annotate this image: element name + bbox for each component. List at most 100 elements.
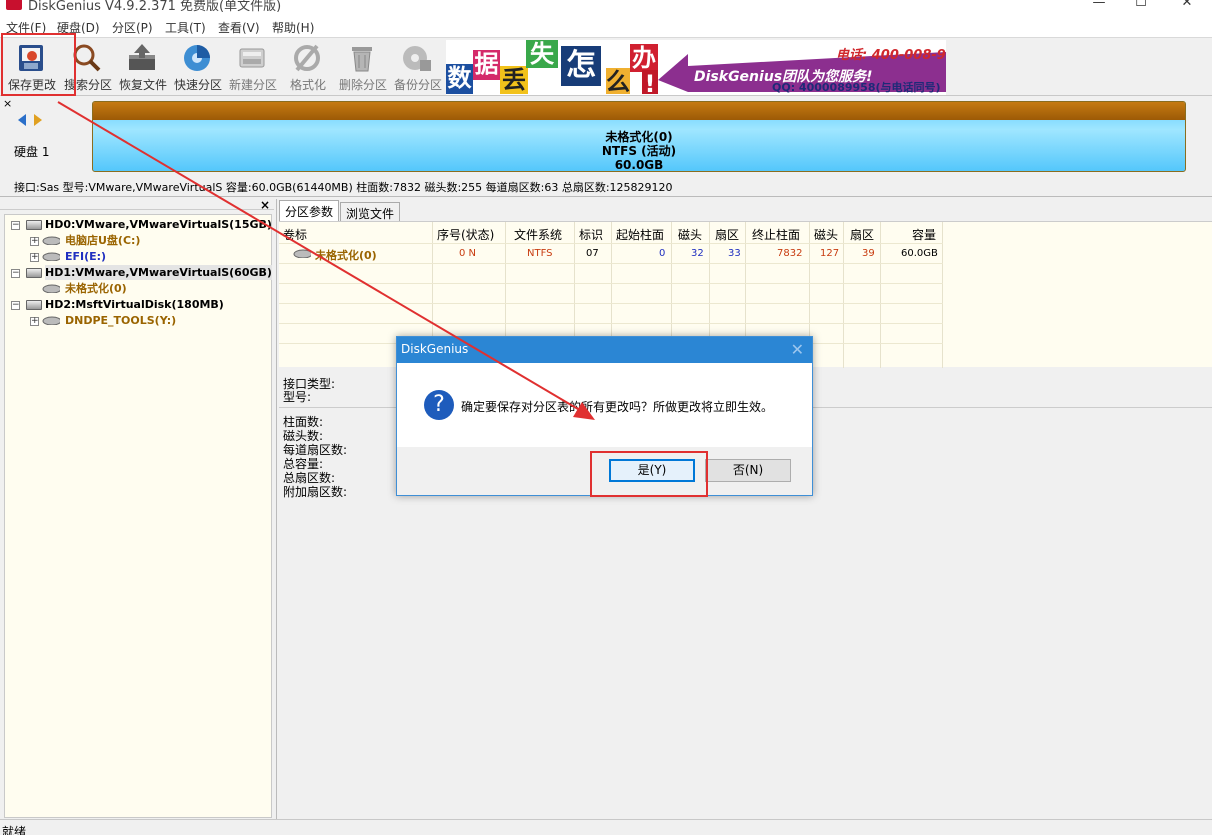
quick-partition-label: 快速分区 (173, 78, 222, 92)
banner-tile: 据 (473, 50, 500, 80)
maximize-button[interactable]: ☐ (1118, 0, 1164, 14)
banner-qq: QQ: 4000089958(与电话同号) (772, 81, 941, 94)
new-partition-label: 新建分区 (228, 78, 277, 92)
yes-button-highlight (590, 451, 708, 497)
partition-bar[interactable]: 未格式化(0) NTFS (活动) 60.0GB (92, 101, 1186, 172)
col-header-id[interactable]: 标识 (579, 226, 603, 243)
format-button[interactable]: 格式化 (280, 38, 336, 94)
save-button-highlight (1, 33, 76, 96)
partition-disk-icon (42, 284, 60, 293)
tree-disk-hd1[interactable]: HD1:VMware,VMwareVirtualS(60GB) (45, 265, 272, 280)
restore-files-button[interactable]: 恢复文件 (115, 38, 171, 94)
format-icon (294, 44, 320, 72)
restore-files-label: 恢复文件 (118, 78, 167, 92)
col-header-end-cyl[interactable]: 终止柱面 (752, 226, 800, 243)
promo-banner[interactable]: 数 据 丢 失 怎 么 办 ! DiskGenius团队为您服务! 电话: 40… (446, 40, 946, 95)
banner-tile: ! (642, 70, 658, 95)
cell-id: 07 (586, 248, 599, 259)
col-header-start-cyl[interactable]: 起始柱面 (616, 226, 664, 243)
window-title: DiskGenius V4.9.2.371 免费版(单文件版) (28, 0, 282, 14)
partition-bar-header (93, 102, 1185, 120)
disk-panel-close-icon[interactable]: × (3, 97, 12, 110)
cell-index: 0 N (459, 248, 477, 259)
menu-tools[interactable]: 工具(T) (165, 19, 206, 36)
dialog-title-bar[interactable]: DiskGenius ✕ (397, 337, 812, 363)
cell-start-sector: 33 (728, 248, 741, 259)
tree-header: × (0, 198, 274, 212)
dialog-message: 确定要保存对分区表的所有更改吗？所做更改将立即生效。 (461, 400, 774, 414)
close-button[interactable]: ✕ (1164, 0, 1210, 14)
disk-map-panel: × 硬盘 1 未格式化(0) NTFS (活动) 60.0GB 接口:Sas 型… (0, 97, 1212, 197)
banner-tile: 丢 (500, 66, 528, 94)
question-icon: ? (424, 390, 454, 420)
tree-partition-dndpe[interactable]: DNDPE_TOOLS(Y:) (65, 313, 176, 328)
delete-partition-button[interactable]: 删除分区 (335, 38, 391, 94)
minimize-button[interactable]: — (1076, 0, 1122, 14)
cell-end-cyl: 7832 (777, 248, 803, 259)
disk-tree: − HD0:VMware,VMwareVirtualS(15GB) + 电脑店U… (4, 214, 272, 818)
col-header-end-sector[interactable]: 扇区 (850, 226, 874, 243)
status-text: 就绪 (2, 825, 27, 835)
col-header-volume[interactable]: 卷标 (283, 226, 307, 243)
backup-partition-button[interactable]: 备份分区 (390, 38, 446, 94)
quick-partition-button[interactable]: 快速分区 (170, 38, 226, 94)
partition-bar-size: 60.0GB (614, 158, 664, 172)
table-row[interactable]: 未格式化(0) 0 N NTFS 07 0 32 33 7832 127 39 … (279, 244, 943, 263)
dialog-close-icon[interactable]: ✕ (791, 340, 804, 359)
magnifier-icon (73, 44, 101, 72)
disk-info-line: 接口:Sas 型号:VMware,VMwareVirtualS 容量:60.0G… (14, 181, 673, 194)
cell-start-head: 32 (691, 248, 704, 259)
banner-tile: 么 (606, 68, 630, 95)
expand-icon[interactable]: + (30, 253, 39, 262)
tree-close-icon[interactable]: × (260, 198, 270, 212)
menu-view[interactable]: 查看(V) (218, 19, 260, 36)
expand-icon[interactable]: + (30, 237, 39, 246)
banner-tile: 怎 (561, 46, 601, 86)
cell-start-cyl: 0 (659, 248, 666, 259)
prop-model: 型号: (283, 390, 312, 404)
menu-partition[interactable]: 分区(P) (112, 19, 153, 36)
tree-partition-unformatted[interactable]: 未格式化(0) (65, 281, 127, 296)
menu-bar: 文件(F) 硬盘(D) 分区(P) 工具(T) 查看(V) 帮助(H) (0, 14, 1212, 38)
prev-disk-icon[interactable] (17, 113, 27, 127)
tree-disk-hd2[interactable]: HD2:MsftVirtualDisk(180MB) (45, 297, 224, 312)
tab-partition-params[interactable]: 分区参数 (279, 200, 340, 221)
trash-icon (352, 47, 372, 72)
collapse-icon[interactable]: − (11, 269, 20, 278)
hard-disk-icon (26, 220, 42, 230)
quick-partition-icon (184, 45, 210, 71)
partition-bar-fs: NTFS (活动) (601, 144, 677, 158)
backup-icon (403, 46, 431, 71)
col-header-capacity[interactable]: 容量 (912, 226, 936, 243)
new-partition-button[interactable]: 新建分区 (225, 38, 281, 94)
tree-partition-c[interactable]: 电脑店U盘(C:) (65, 233, 140, 248)
title-bar: DiskGenius V4.9.2.371 免费版(单文件版) — ☐ ✕ (0, 0, 1212, 14)
col-header-start-head[interactable]: 磁头 (678, 226, 702, 243)
partition-bar-name: 未格式化(0) (605, 130, 673, 144)
cell-end-head: 127 (820, 248, 840, 259)
banner-tile: 失 (526, 40, 558, 68)
menu-help[interactable]: 帮助(H) (272, 19, 314, 36)
cell-volume: 未格式化(0) (315, 249, 377, 262)
collapse-icon[interactable]: − (11, 301, 20, 310)
partition-detail-panel: 分区参数 浏览文件 卷标 序号(状态) 文件系统 标识 起始柱面 磁头 扇区 终… (276, 199, 1212, 819)
tree-partition-efi[interactable]: EFI(E:) (65, 249, 106, 264)
partition-disk-icon (293, 249, 311, 258)
delete-partition-label: 删除分区 (338, 78, 387, 92)
hard-disk-icon (26, 300, 42, 310)
dialog-title: DiskGenius (401, 342, 469, 356)
tree-disk-hd0[interactable]: HD0:VMware,VMwareVirtualS(15GB) (45, 217, 272, 232)
partition-disk-icon (42, 236, 60, 245)
no-button[interactable]: 否(N) (705, 459, 791, 482)
col-header-start-sector[interactable]: 扇区 (715, 226, 739, 243)
cell-fs: NTFS (527, 248, 553, 259)
backup-partition-label: 备份分区 (393, 78, 442, 92)
col-header-index[interactable]: 序号(状态) (437, 226, 494, 243)
partition-disk-icon (42, 316, 60, 325)
col-header-end-head[interactable]: 磁头 (814, 226, 838, 243)
next-disk-icon[interactable] (33, 113, 43, 127)
collapse-icon[interactable]: − (11, 221, 20, 230)
expand-icon[interactable]: + (30, 317, 39, 326)
col-header-fs[interactable]: 文件系统 (514, 226, 562, 243)
tab-browse-files[interactable]: 浏览文件 (340, 202, 401, 221)
